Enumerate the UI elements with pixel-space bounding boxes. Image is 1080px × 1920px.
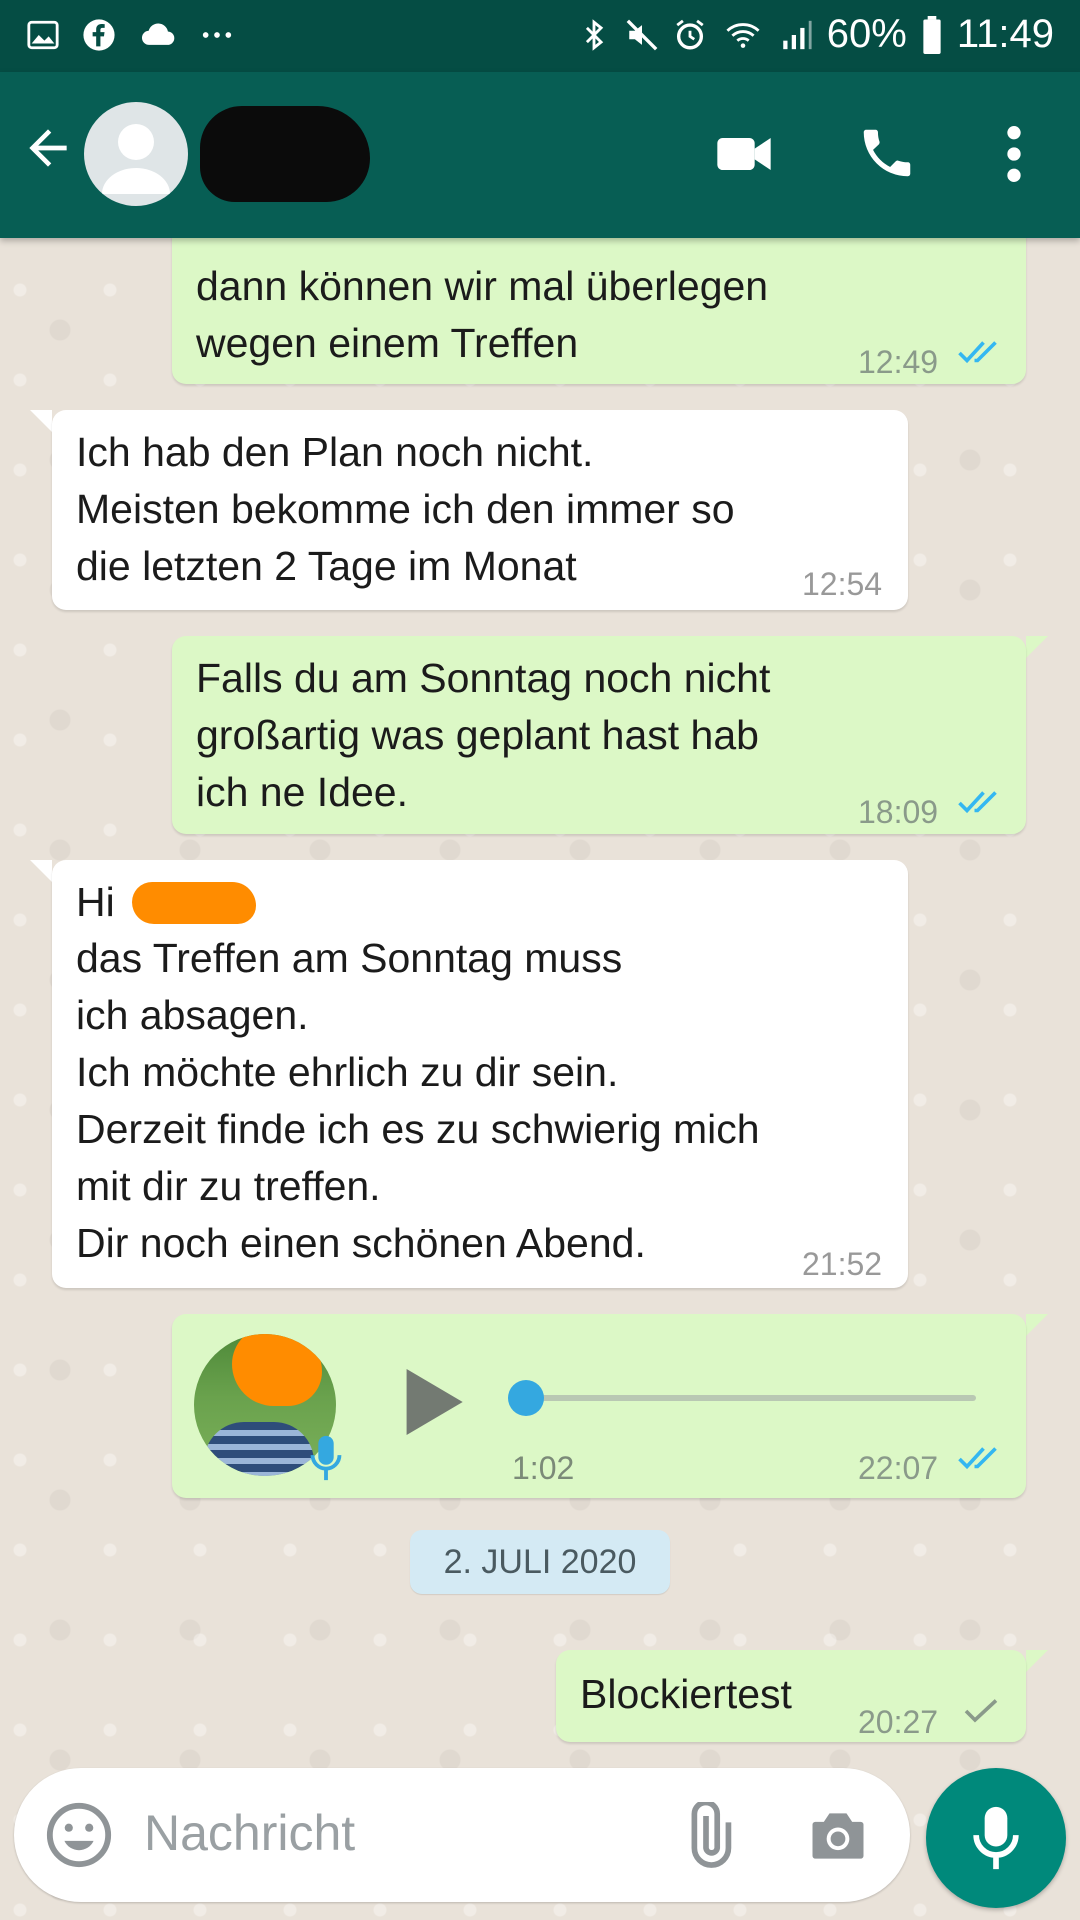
read-ticks-icon (958, 791, 997, 814)
contact-name-redacted[interactable] (200, 106, 370, 202)
bubble-tail (30, 410, 52, 432)
message-time: 22:07 (858, 1450, 939, 1486)
more-vert-icon[interactable] (994, 122, 1034, 186)
read-ticks-icon (958, 1447, 997, 1470)
voice-progress-handle[interactable] (508, 1380, 544, 1416)
message-list[interactable]: dann können wir mal überlegen wegen eine… (0, 238, 1080, 1758)
message-text: Ich hab den Plan noch nicht. Meisten bek… (76, 429, 735, 589)
play-icon[interactable] (400, 1362, 466, 1442)
mute-icon (626, 19, 658, 50)
message-time: 12:49 (858, 344, 939, 380)
avatar-icon (102, 124, 170, 194)
emoji-icon[interactable] (44, 1800, 114, 1870)
voice-record-button[interactable] (926, 1768, 1066, 1908)
phone-icon[interactable] (856, 122, 918, 184)
sent-tick-icon (964, 1699, 998, 1723)
bluetooth-icon (585, 18, 604, 51)
message-time: 12:54 (802, 566, 883, 602)
gallery-icon (27, 20, 59, 50)
bubble-tail (30, 860, 52, 882)
more-notifications-icon (202, 32, 232, 38)
camera-icon[interactable] (804, 1802, 872, 1870)
message-outgoing[interactable]: dann können wir mal überlegen wegen eine… (172, 238, 1026, 384)
message-greeting: Hi (76, 879, 115, 925)
message-text: das Treffen am Sonntag muss ich absagen.… (76, 935, 760, 1266)
back-arrow-icon[interactable] (20, 120, 76, 176)
message-text: Falls du am Sonntag noch nicht großartig… (196, 655, 771, 815)
message-time: 20:27 (858, 1704, 939, 1740)
battery-percent: 60% (826, 12, 907, 56)
signal-icon (783, 20, 812, 49)
status-time: 11:49 (956, 12, 1054, 56)
message-outgoing[interactable]: Blockiertest 20:27 (556, 1650, 1026, 1742)
mic-icon (973, 1806, 1019, 1870)
message-input-bar[interactable]: Nachricht (14, 1768, 910, 1902)
message-time: 18:09 (858, 794, 939, 830)
voice-progress-track[interactable] (522, 1395, 976, 1401)
date-divider: 2. JULI 2020 (410, 1530, 670, 1594)
avatar[interactable] (84, 102, 188, 206)
status-bar: 60% 11:49 (0, 0, 1080, 72)
message-text: Blockiertest (580, 1671, 792, 1717)
name-redaction (132, 882, 256, 924)
message-outgoing[interactable]: Falls du am Sonntag noch nicht großartig… (172, 636, 1026, 834)
message-time: 21:52 (802, 1246, 883, 1282)
chat-header (0, 72, 1080, 238)
attach-icon[interactable] (674, 1802, 742, 1870)
bubble-tail (1026, 1650, 1048, 1672)
message-incoming[interactable]: Hi das Treffen am Sonntag muss ich absag… (52, 860, 908, 1288)
message-text: dann können wir mal überlegen wegen eine… (196, 263, 769, 366)
mic-icon (310, 1435, 342, 1481)
wifi-icon (726, 22, 760, 48)
alarm-icon (676, 19, 704, 49)
voice-duration: 1:02 (512, 1450, 575, 1486)
bubble-tail (1026, 1314, 1048, 1336)
message-incoming[interactable]: Ich hab den Plan noch nicht. Meisten bek… (52, 410, 908, 610)
battery-icon (923, 15, 941, 54)
facebook-icon (83, 19, 115, 51)
video-call-icon[interactable] (712, 122, 776, 186)
bubble-tail (1026, 636, 1048, 658)
read-ticks-icon (958, 341, 997, 364)
cloud-icon (141, 23, 175, 45)
face-redaction (232, 1334, 322, 1406)
voice-message[interactable]: 1:02 22:07 (172, 1314, 1026, 1498)
message-input[interactable]: Nachricht (144, 1804, 355, 1862)
